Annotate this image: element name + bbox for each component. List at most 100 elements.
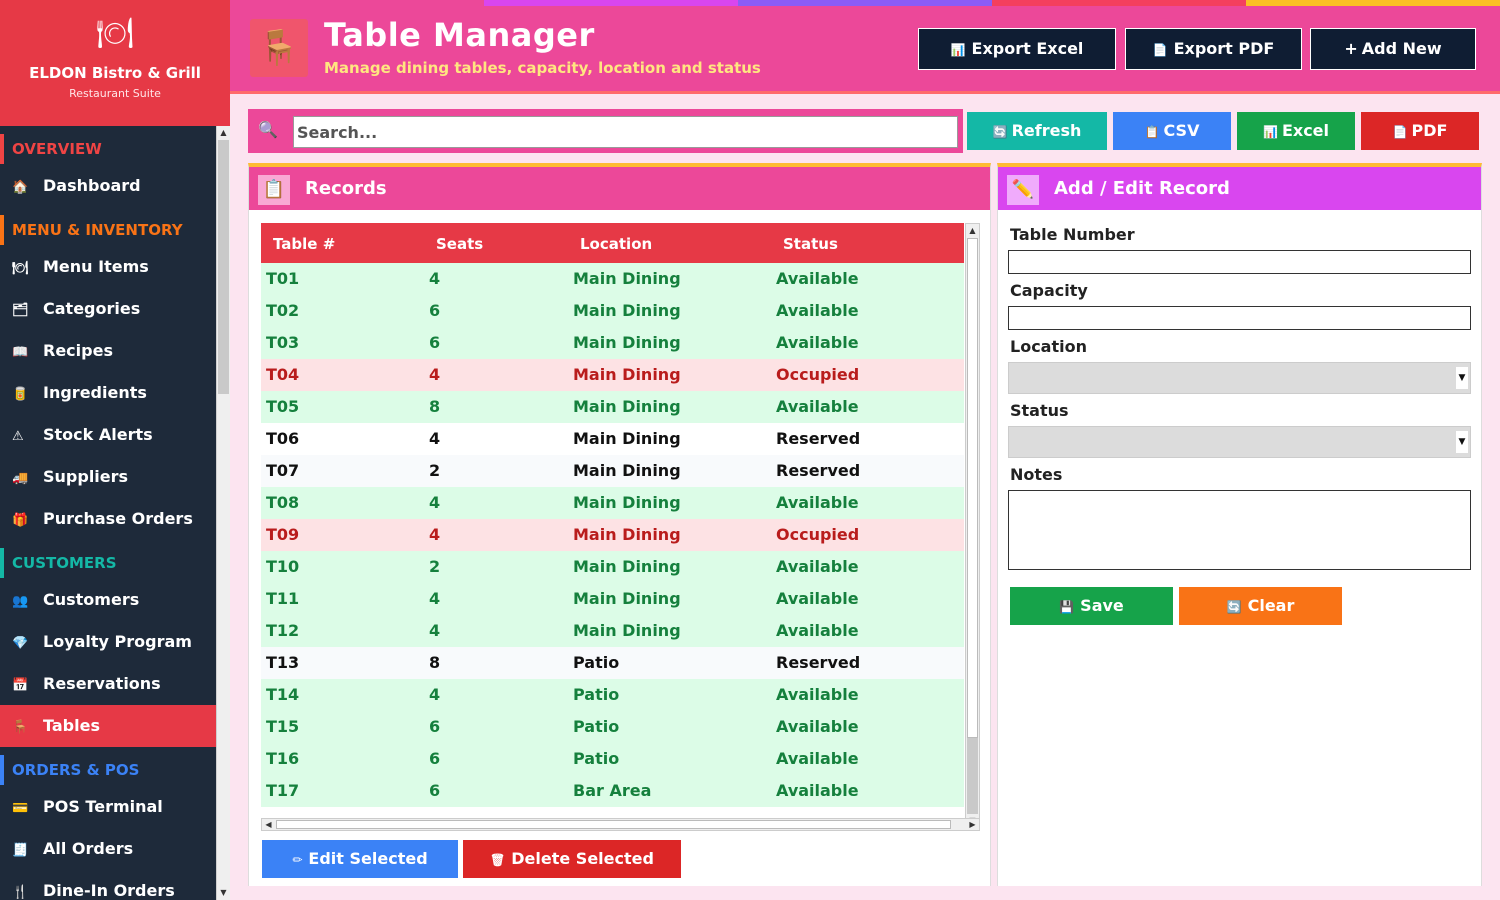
chevron-down-icon[interactable]: ▼ <box>1456 367 1468 389</box>
table-header: Table # Seats Location Status <box>261 223 964 263</box>
sidebar-item-label: POS Terminal <box>43 797 163 816</box>
sidebar-item-reservations[interactable]: 📅 Reservations <box>0 663 216 705</box>
pdf-button[interactable]: 📄 PDF <box>1361 112 1479 150</box>
sidebar-item-recipes[interactable]: 📖 Recipes <box>0 330 216 372</box>
sidebar-item-dashboard[interactable]: 🏠 Dashboard <box>0 165 216 207</box>
table-vertical-scrollbar[interactable]: ▲ ▼ <box>965 223 980 829</box>
cell-table-number: T11 <box>266 589 300 608</box>
refresh-button[interactable]: 🔄 Refresh <box>967 112 1107 150</box>
table-scrollbar-thumb[interactable] <box>967 238 978 738</box>
table-row[interactable]: T03 6 Main Dining Available <box>261 327 964 359</box>
chevron-down-icon[interactable]: ▼ <box>1456 431 1468 453</box>
csv-button[interactable]: 📋 CSV <box>1113 112 1231 150</box>
table-row[interactable]: T15 6 Patio Available <box>261 711 964 743</box>
status-label: Status <box>1010 401 1069 420</box>
clear-button[interactable]: 🔄 Clear <box>1179 587 1342 625</box>
table-row[interactable]: T05 8 Main Dining Available <box>261 391 964 423</box>
header-stripe <box>738 0 992 6</box>
records-panel: 📋 Records Table # Seats Location Status … <box>248 163 991 886</box>
cell-table-number: T06 <box>266 429 300 448</box>
add-new-button[interactable]: + Add New <box>1310 28 1476 70</box>
export-excel-button[interactable]: 📊 Export Excel <box>918 28 1116 70</box>
edit-selected-button[interactable]: ✏ Edit Selected <box>262 840 458 878</box>
table-row[interactable]: T14 4 Patio Available <box>261 679 964 711</box>
sidebar-item-customers[interactable]: 👥 Customers <box>0 579 216 621</box>
location-select[interactable]: ▼ <box>1008 362 1471 394</box>
delete-selected-button[interactable]: 🗑 Delete Selected <box>463 840 681 878</box>
scroll-left-icon[interactable]: ◀ <box>262 819 275 830</box>
excel-button[interactable]: 📊 Excel <box>1237 112 1355 150</box>
table-row[interactable]: T07 2 Main Dining Reserved <box>261 455 964 487</box>
records-header: 📋 Records <box>249 167 990 210</box>
cell-seats: 2 <box>429 461 441 480</box>
chair-icon: 🪑 <box>12 720 29 735</box>
sidebar-item-ingredients[interactable]: 🥫 Ingredients <box>0 372 216 414</box>
table-row[interactable]: T09 4 Main Dining Occupied <box>261 519 964 551</box>
cell-seats: 8 <box>429 653 441 672</box>
table-hscroll-thumb[interactable] <box>276 820 951 829</box>
column-header-seats[interactable]: Seats <box>436 235 483 253</box>
table-row[interactable]: T12 4 Main Dining Available <box>261 615 964 647</box>
table-row[interactable]: T16 6 Patio Available <box>261 743 964 775</box>
sidebar-item-label: Customers <box>43 590 140 609</box>
page-subtitle: Manage dining tables, capacity, location… <box>324 59 761 77</box>
cell-location: Main Dining <box>573 589 681 608</box>
cell-table-number: T07 <box>266 461 300 480</box>
sidebar-item-label: Suppliers <box>43 467 129 486</box>
table-row[interactable]: T02 6 Main Dining Available <box>261 295 964 327</box>
cell-location: Patio <box>573 749 620 768</box>
column-header-status[interactable]: Status <box>783 235 838 253</box>
sidebar-item-menu-items[interactable]: 🍽 Menu Items <box>0 246 216 288</box>
sidebar-item-suppliers[interactable]: 🚚 Suppliers <box>0 456 216 498</box>
trash-icon: 🗑 <box>490 853 506 867</box>
column-header-table[interactable]: Table # <box>273 235 335 253</box>
save-button[interactable]: 💾 Save <box>1010 587 1173 625</box>
cell-location: Main Dining <box>573 621 681 640</box>
sidebar-item-all-orders[interactable]: 🧾 All Orders <box>0 828 216 870</box>
sidebar-item-categories[interactable]: 🗂 Categories <box>0 288 216 330</box>
section-orders-pos: ORDERS & POS <box>0 755 216 785</box>
table-row[interactable]: T01 4 Main Dining Available <box>261 263 964 295</box>
export-pdf-button[interactable]: 📄 Export PDF <box>1125 28 1302 70</box>
header-stripe <box>1246 0 1500 6</box>
table-row[interactable]: T17 6 Bar Area Available <box>261 775 964 807</box>
table-scrollbar-track[interactable] <box>967 738 978 814</box>
table-number-field[interactable] <box>1008 250 1471 274</box>
section-customers: CUSTOMERS <box>0 548 216 578</box>
table-row[interactable]: T04 4 Main Dining Occupied <box>261 359 964 391</box>
cell-table-number: T16 <box>266 749 300 768</box>
sidebar-item-label: Tables <box>43 716 100 735</box>
sidebar-item-label: Purchase Orders <box>43 509 193 528</box>
notes-textarea[interactable] <box>1008 490 1471 570</box>
table-horizontal-scrollbar[interactable]: ◀ ▶ <box>261 818 980 831</box>
table-row[interactable]: T06 4 Main Dining Reserved <box>261 423 964 455</box>
scroll-up-icon[interactable]: ▲ <box>966 224 979 238</box>
status-select[interactable]: ▼ <box>1008 426 1471 458</box>
receipt-icon: 🧾 <box>12 843 29 858</box>
cell-status: Available <box>776 557 859 576</box>
cell-location: Main Dining <box>573 301 681 320</box>
column-header-location[interactable]: Location <box>580 235 652 253</box>
table-row[interactable]: T13 8 Patio Reserved <box>261 647 964 679</box>
sidebar-scrollbar-thumb[interactable] <box>218 140 229 394</box>
sidebar-item-stock-alerts[interactable]: ⚠ Stock Alerts <box>0 414 216 456</box>
table-row[interactable]: T10 2 Main Dining Available <box>261 551 964 583</box>
search-bar: 🔍 <box>248 109 963 153</box>
sidebar-item-loyalty-program[interactable]: 💎 Loyalty Program <box>0 621 216 663</box>
sidebar-item-pos-terminal[interactable]: 💳 POS Terminal <box>0 786 216 828</box>
scroll-right-icon[interactable]: ▶ <box>966 819 979 830</box>
sidebar-item-dine-in-orders[interactable]: 🍴 Dine-In Orders <box>0 870 216 900</box>
scroll-up-icon[interactable]: ▲ <box>217 126 230 140</box>
sidebar-item-purchase-orders[interactable]: 🎁 Purchase Orders <box>0 498 216 540</box>
capacity-field[interactable] <box>1008 306 1471 330</box>
scroll-down-icon[interactable]: ▼ <box>217 886 230 900</box>
table-row[interactable]: T08 4 Main Dining Available <box>261 487 964 519</box>
folder-icon: 🗂 <box>12 303 29 318</box>
search-input[interactable] <box>293 116 958 148</box>
book-icon: 📖 <box>12 345 29 360</box>
table-number-label: Table Number <box>1010 225 1135 244</box>
plate-icon: 🍽 <box>95 16 135 51</box>
sidebar-scrollbar[interactable]: ▲ ▼ <box>216 126 230 900</box>
table-row[interactable]: T11 4 Main Dining Available <box>261 583 964 615</box>
sidebar-item-tables[interactable]: 🪑 Tables <box>0 705 216 747</box>
